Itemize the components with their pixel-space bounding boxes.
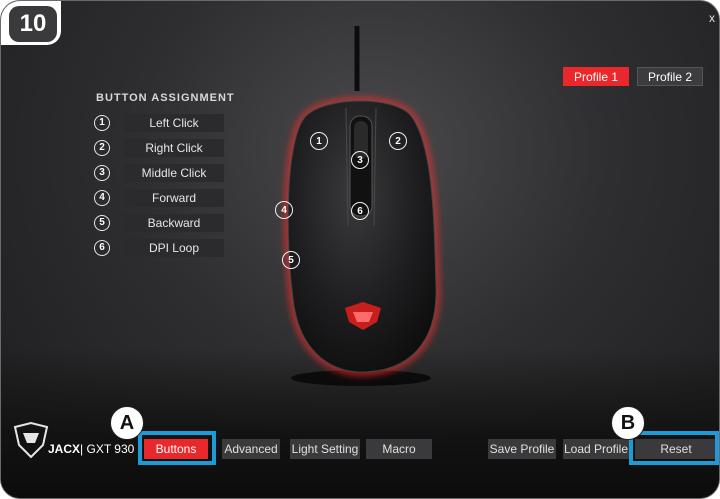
- step-badge: 10: [1, 1, 61, 45]
- mouse-marker-4: 4: [275, 201, 293, 219]
- mouse-marker-2: 2: [389, 132, 407, 150]
- assignment-select[interactable]: Left Click: [124, 113, 224, 132]
- mouse-marker-6: 6: [351, 202, 369, 220]
- number-badge: 3: [94, 164, 110, 181]
- assignment-row: 2 Right Click: [94, 138, 224, 157]
- assignment-select[interactable]: Middle Click: [124, 163, 224, 182]
- assignment-row: 1 Left Click: [94, 113, 224, 132]
- product-model: JACX: [48, 442, 81, 456]
- number-badge: 1: [94, 114, 110, 131]
- mouse-marker-1: 1: [310, 132, 328, 150]
- tab-macro[interactable]: Macro: [366, 439, 432, 459]
- close-button[interactable]: x: [709, 11, 715, 25]
- assignment-row: 5 Backward: [94, 213, 224, 232]
- highlight-buttons-tab: [138, 431, 216, 465]
- profile-1-button[interactable]: Profile 1: [563, 67, 629, 86]
- assignment-select[interactable]: Forward: [124, 188, 224, 207]
- brand-separator: |: [80, 442, 84, 456]
- product-code: GXT 930: [86, 442, 135, 456]
- assignment-row: 4 Forward: [94, 188, 224, 207]
- callout-a: A: [110, 406, 144, 440]
- highlight-reset: [629, 431, 719, 465]
- assignment-select[interactable]: Backward: [124, 213, 224, 232]
- assignment-row: 6 DPI Loop: [94, 238, 224, 257]
- assignment-select[interactable]: DPI Loop: [124, 238, 224, 257]
- number-badge: 4: [94, 189, 110, 206]
- mouse-marker-3: 3: [351, 151, 369, 169]
- assignment-row: 3 Middle Click: [94, 163, 224, 182]
- product-name: JACX| GXT 930: [48, 442, 134, 456]
- number-badge: 2: [94, 139, 110, 156]
- number-badge: 5: [94, 214, 110, 231]
- mouse-marker-5: 5: [282, 251, 300, 269]
- app-window: 10 x Profile 1 Profile 2 BUTTON ASSIGNME…: [0, 0, 720, 499]
- tab-advanced[interactable]: Advanced: [222, 439, 280, 459]
- profile-2-button[interactable]: Profile 2: [637, 67, 703, 86]
- save-profile-button[interactable]: Save Profile: [488, 439, 556, 459]
- tab-light-setting[interactable]: Light Setting: [290, 439, 360, 459]
- load-profile-button[interactable]: Load Profile: [563, 439, 629, 459]
- step-number: 10: [9, 6, 57, 42]
- number-badge: 6: [94, 239, 110, 256]
- callout-b: B: [611, 406, 645, 440]
- trust-logo-icon: [13, 421, 49, 459]
- assignment-select[interactable]: Right Click: [124, 138, 224, 157]
- button-assignment-title: BUTTON ASSIGNMENT: [96, 92, 235, 104]
